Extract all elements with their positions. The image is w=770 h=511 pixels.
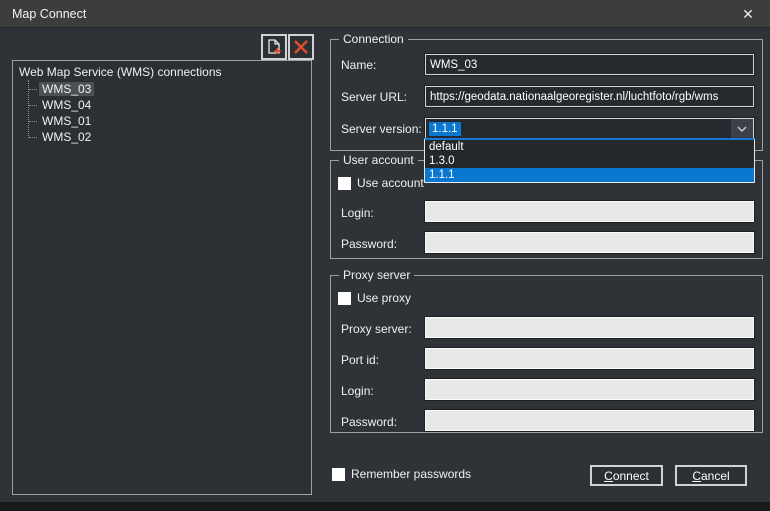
- map-connect-dialog: Map Connect ✕ Web Map Service (WMS) conn…: [0, 0, 770, 511]
- proxy-login-label: Login:: [341, 384, 374, 398]
- proxy-server-field[interactable]: [425, 317, 754, 338]
- new-connection-button[interactable]: [261, 34, 287, 60]
- port-id-label: Port id:: [341, 353, 379, 367]
- connection-group-title: Connection: [339, 32, 408, 46]
- delete-connection-button[interactable]: [288, 34, 314, 60]
- server-version-value: 1.1.1: [429, 122, 461, 136]
- remember-passwords-row[interactable]: Remember passwords: [332, 467, 471, 481]
- cancel-button[interactable]: Cancel: [675, 465, 747, 486]
- proxy-server-group: Proxy server Use proxy Proxy server: Por…: [330, 275, 763, 433]
- list-item-wms-01[interactable]: WMS_01: [13, 113, 311, 129]
- name-field[interactable]: [425, 54, 754, 75]
- window-bottom-edge: [0, 502, 770, 511]
- proxy-group-title: Proxy server: [339, 268, 414, 282]
- use-account-checkbox[interactable]: [338, 177, 351, 190]
- dropdown-option-130[interactable]: 1.3.0: [425, 154, 754, 168]
- list-item-wms-04[interactable]: WMS_04: [13, 97, 311, 113]
- server-version-combobox[interactable]: 1.1.1: [425, 118, 754, 139]
- server-url-label: Server URL:: [341, 90, 407, 104]
- close-icon[interactable]: ✕: [732, 0, 764, 28]
- connect-button[interactable]: Connect: [590, 465, 663, 486]
- user-account-group-title: User account: [339, 153, 418, 167]
- dropdown-option-111[interactable]: 1.1.1: [425, 168, 754, 182]
- proxy-login-field[interactable]: [425, 379, 754, 400]
- delete-x-icon: [292, 38, 310, 56]
- port-id-field[interactable]: [425, 348, 754, 369]
- use-proxy-checkbox[interactable]: [338, 292, 351, 305]
- connections-list[interactable]: Web Map Service (WMS) connections WMS_03…: [12, 60, 312, 495]
- list-item-wms-03[interactable]: WMS_03: [13, 81, 311, 97]
- list-item-wms-02[interactable]: WMS_02: [13, 129, 311, 145]
- remember-passwords-checkbox[interactable]: [332, 468, 345, 481]
- use-proxy-label: Use proxy: [357, 291, 411, 305]
- use-proxy-checkbox-row[interactable]: Use proxy: [338, 291, 411, 305]
- server-version-label: Server version:: [341, 122, 422, 136]
- name-label: Name:: [341, 58, 376, 72]
- account-password-label: Password:: [341, 237, 397, 251]
- chevron-down-icon: [737, 126, 747, 132]
- new-document-icon: [265, 38, 283, 56]
- proxy-password-field[interactable]: [425, 410, 754, 431]
- use-account-checkbox-row[interactable]: Use account: [338, 176, 424, 190]
- window-title: Map Connect: [12, 0, 86, 28]
- titlebar: Map Connect ✕: [0, 0, 770, 28]
- remember-passwords-label: Remember passwords: [351, 467, 471, 481]
- server-url-field[interactable]: [425, 86, 754, 107]
- proxy-password-label: Password:: [341, 415, 397, 429]
- connection-group: Connection Name: Server URL: Server vers…: [330, 39, 763, 151]
- proxy-server-label: Proxy server:: [341, 322, 412, 336]
- server-version-dropdown: default 1.3.0 1.1.1: [424, 138, 755, 183]
- use-account-label: Use account: [357, 176, 424, 190]
- account-login-field[interactable]: [425, 201, 754, 222]
- dropdown-option-default[interactable]: default: [425, 140, 754, 154]
- combo-arrow-button[interactable]: [731, 119, 753, 138]
- account-login-label: Login:: [341, 206, 374, 220]
- tree-root-label: Web Map Service (WMS) connections: [13, 64, 311, 80]
- account-password-field[interactable]: [425, 232, 754, 253]
